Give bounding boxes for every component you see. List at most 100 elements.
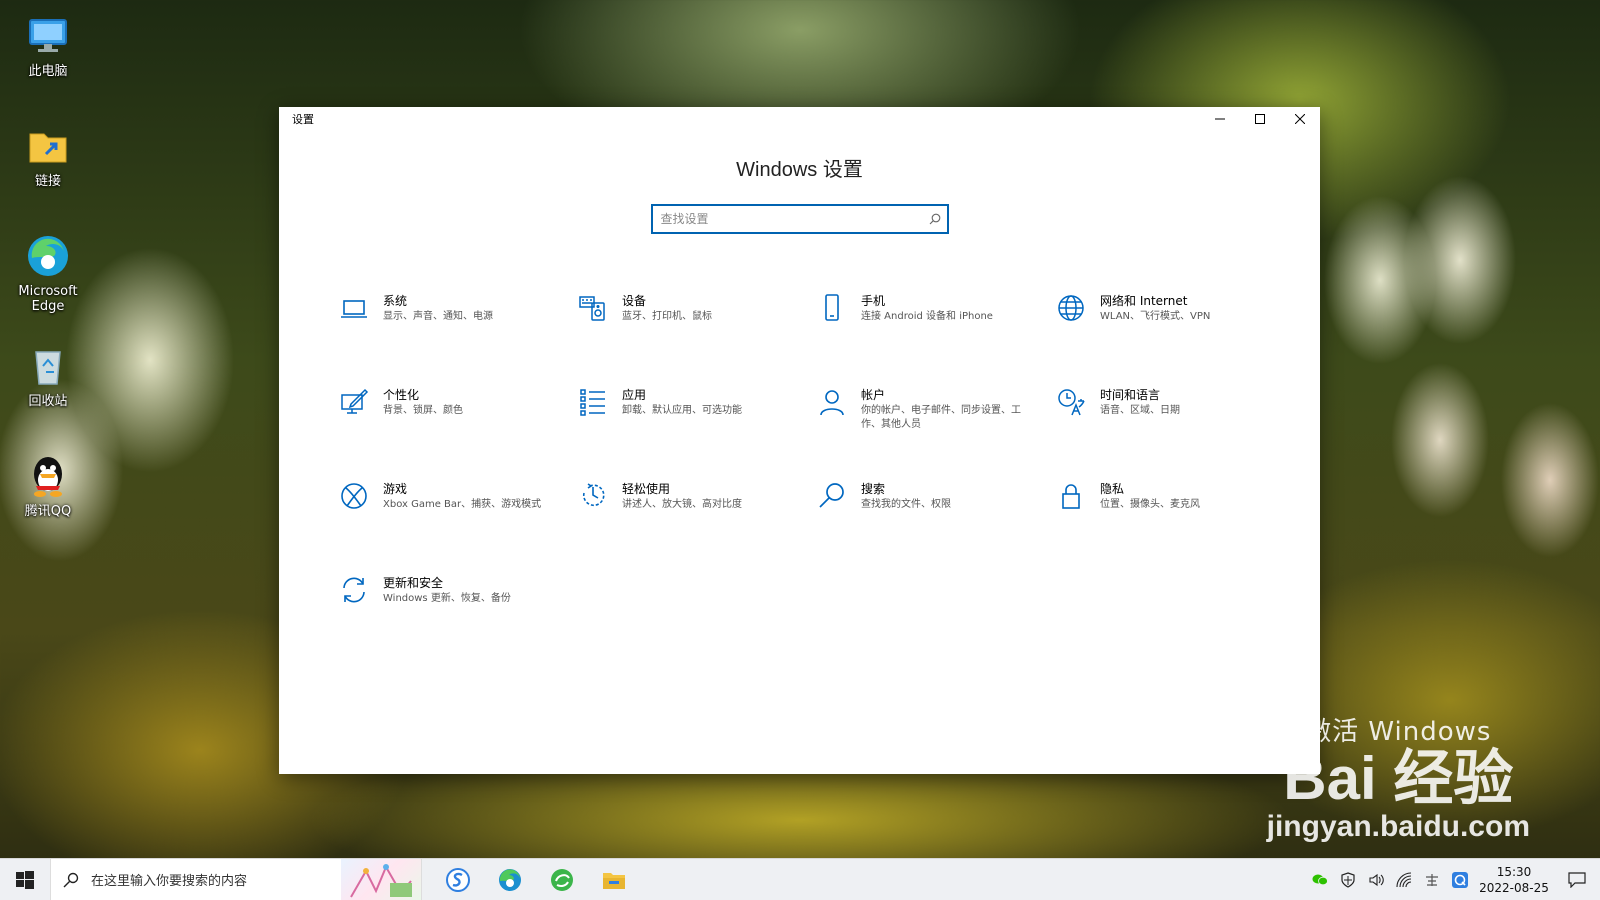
tile-title: 时间和语言	[1100, 388, 1161, 402]
start-button[interactable]	[0, 859, 50, 900]
tile-title: 游戏	[383, 482, 408, 496]
tray-qq[interactable]	[1446, 859, 1474, 900]
tile-phone[interactable]: 手机 连接 Android 设备和 iPhone	[815, 293, 1054, 387]
taskbar-search-box[interactable]: 在这里输入你要搜索的内容	[50, 858, 422, 900]
search-highlight-icon	[341, 858, 421, 900]
baidu-jingyan-logo: Bai 经验	[1283, 745, 1514, 812]
tile-title: 更新和安全	[383, 576, 444, 590]
minimize-button[interactable]	[1200, 107, 1240, 131]
maximize-icon	[1255, 114, 1265, 124]
laptop-icon	[337, 293, 379, 329]
edge-icon	[499, 868, 521, 891]
tile-description: 查找我的文件、权限	[861, 499, 951, 510]
tile-apps[interactable]: 应用 卸载、默认应用、可选功能	[576, 387, 815, 481]
tile-description: 连接 Android 设备和 iPhone	[861, 311, 993, 322]
window-title: 设置	[292, 113, 314, 126]
tile-personalization[interactable]: 个性化 背景、锁屏、颜色	[337, 387, 576, 481]
tile-description: 讲述人、放大镜、高对比度	[622, 499, 742, 510]
tile-system[interactable]: 系统 显示、声音、通知、电源	[337, 293, 576, 387]
wechat-icon	[1312, 874, 1328, 886]
devices-icon	[576, 293, 618, 329]
taskbar-app-browser[interactable]	[536, 859, 588, 900]
system-tray: 15:30 2022-08-25	[1306, 859, 1600, 900]
close-icon	[1295, 114, 1305, 124]
tile-description: 蓝牙、打印机、鼠标	[622, 311, 712, 322]
tile-search[interactable]: 搜索 查找我的文件、权限	[815, 481, 1054, 575]
file-explorer-icon	[603, 872, 625, 889]
tile-description: 显示、声音、通知、电源	[383, 311, 493, 322]
tray-security[interactable]	[1334, 859, 1362, 900]
tile-description: Windows 更新、恢复、备份	[383, 593, 511, 604]
taskbar: 在这里输入你要搜索的内容 15:30 2022-08-25	[0, 858, 1600, 900]
tile-title: 隐私	[1100, 482, 1125, 496]
search-icon[interactable]	[923, 213, 947, 225]
window-controls	[1200, 107, 1320, 131]
clock-time: 15:30	[1496, 865, 1532, 879]
close-button[interactable]	[1280, 107, 1320, 131]
tile-accounts[interactable]: 帐户 你的帐户、电子邮件、同步设置、工作、其他人员	[815, 387, 1054, 481]
computer-icon	[24, 12, 72, 60]
tile-title: 帐户	[861, 388, 886, 402]
ease-of-access-icon	[576, 481, 618, 517]
windows-logo-icon	[16, 870, 34, 889]
tile-title: 个性化	[383, 388, 420, 402]
page-title: Windows 设置	[736, 159, 863, 181]
desktop-icon-recycle-bin[interactable]: 回收站	[8, 342, 88, 442]
action-center-button[interactable]	[1554, 859, 1600, 900]
desktop-icon-qq[interactable]: 腾讯QQ	[8, 452, 88, 552]
watermark: 激活 Windows Bai 经验 jingyan.baidu.com	[1267, 711, 1530, 844]
tile-gaming[interactable]: 游戏 Xbox Game Bar、捕获、游戏模式	[337, 481, 576, 575]
title-bar[interactable]: 设置	[279, 107, 1320, 131]
desktop-icon-label: Microsoft Edge	[18, 284, 78, 314]
tray-ime[interactable]	[1418, 859, 1446, 900]
tile-description: 位置、摄像头、麦克风	[1100, 499, 1200, 510]
network-icon	[1396, 872, 1412, 888]
tray-volume[interactable]	[1362, 859, 1390, 900]
settings-search-box[interactable]	[650, 204, 949, 234]
tile-title: 应用	[622, 388, 647, 402]
tile-title: 网络和 Internet	[1100, 294, 1188, 308]
tile-ease-of-access[interactable]: 轻松使用 讲述人、放大镜、高对比度	[576, 481, 815, 575]
maximize-button[interactable]	[1240, 107, 1280, 131]
desktop-icon-label: 腾讯QQ	[24, 504, 72, 519]
tile-time-language[interactable]: 时间和语言 语音、区域、日期	[1054, 387, 1293, 481]
settings-search-input[interactable]	[652, 206, 923, 232]
recycle-bin-icon	[24, 342, 72, 390]
desktop-icon-label: 此电脑	[28, 64, 68, 79]
time-language-icon	[1054, 387, 1096, 423]
tile-description: Xbox Game Bar、捕获、游戏模式	[383, 499, 542, 510]
tile-devices[interactable]: 设备 蓝牙、打印机、鼠标	[576, 293, 815, 387]
tile-description: 背景、锁屏、颜色	[383, 405, 463, 416]
tile-network[interactable]: 网络和 Internet WLAN、飞行模式、VPN	[1054, 293, 1293, 387]
security-icon	[1341, 872, 1355, 888]
settings-categories-grid: 系统 显示、声音、通知、电源 设备 蓝牙、打印机、鼠标 手机 连接 Androi…	[337, 293, 1293, 669]
phone-icon	[815, 293, 857, 329]
volume-icon	[1369, 873, 1384, 887]
lock-icon	[1054, 481, 1096, 517]
desktop-icon-label: 链接	[34, 174, 61, 189]
clock-date: 2022-08-25	[1479, 881, 1549, 895]
update-icon	[337, 575, 379, 611]
ime-icon	[1426, 874, 1438, 886]
desktop-icons: 此电脑 链接 Microsoft Edge 回收站 腾讯QQ	[8, 12, 88, 562]
tile-title: 轻松使用	[622, 482, 671, 496]
personalize-icon	[337, 387, 379, 423]
desktop-icon-link[interactable]: 链接	[8, 122, 88, 222]
browser-icon	[551, 868, 573, 891]
tile-description: 你的帐户、电子邮件、同步设置、工作、其他人员	[861, 405, 1021, 430]
taskbar-app-edge[interactable]	[484, 859, 536, 900]
desktop-icon-this-pc[interactable]: 此电脑	[8, 12, 88, 112]
desktop-icon-edge[interactable]: Microsoft Edge	[8, 232, 88, 332]
tile-update-security[interactable]: 更新和安全 Windows 更新、恢复、备份	[337, 575, 576, 669]
tile-privacy[interactable]: 隐私 位置、摄像头、麦克风	[1054, 481, 1293, 575]
qq-icon	[24, 452, 72, 500]
xbox-icon	[337, 481, 379, 517]
taskbar-app-file-explorer[interactable]	[588, 859, 640, 900]
qq-tray-icon	[1452, 872, 1468, 888]
person-icon	[815, 387, 857, 423]
taskbar-app-sogou[interactable]	[432, 859, 484, 900]
tray-network[interactable]	[1390, 859, 1418, 900]
taskbar-apps	[432, 859, 640, 900]
taskbar-clock[interactable]: 15:30 2022-08-25	[1474, 864, 1554, 896]
tray-wechat[interactable]	[1306, 859, 1334, 900]
